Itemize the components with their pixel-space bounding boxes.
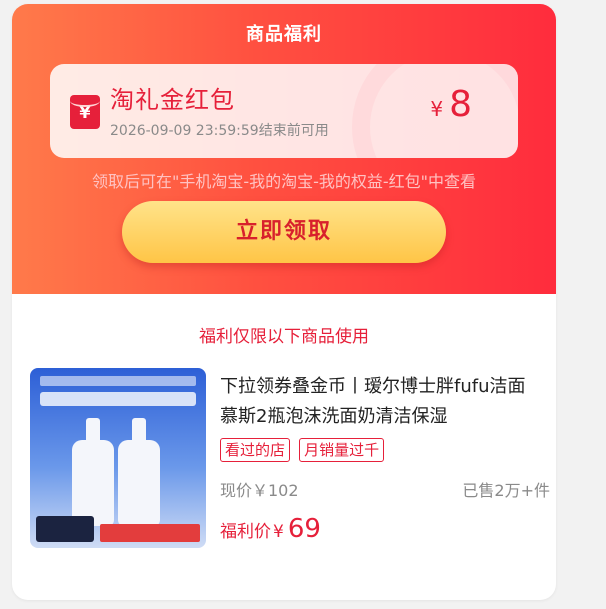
hero-banner: 商品福利 ¥ 淘礼金红包 2026-09-09 23:59:59结束前可用 ¥8… <box>12 4 556 294</box>
page-title: 商品福利 <box>246 24 322 45</box>
sold-count: 已售2万+件 <box>462 481 550 500</box>
coupon-card: ¥ 淘礼金红包 2026-09-09 23:59:59结束前可用 ¥8 <box>50 64 518 158</box>
welfare-price-value: 69 <box>287 514 321 544</box>
product-image[interactable] <box>30 368 206 548</box>
claim-button[interactable]: 立即领取 <box>122 201 446 263</box>
thumb-brand-strip <box>40 376 196 386</box>
claim-hint: 领取后可在"手机淘宝-我的淘宝-我的权益-红包"中查看 <box>91 172 477 191</box>
welfare-card: 商品福利 ¥ 淘礼金红包 2026-09-09 23:59:59结束前可用 ¥8… <box>12 4 556 600</box>
coupon-amount-value: 8 <box>449 84 472 125</box>
product-tags: 看过的店 月销量过千 <box>220 438 388 462</box>
section-title: 福利仅限以下商品使用 <box>199 327 369 347</box>
thumb-price-badge <box>36 516 94 542</box>
tag-monthly-sales: 月销量过千 <box>299 438 385 462</box>
product-title[interactable]: 下拉领券叠金币丨瑷尔博士胖fufu洁面慕斯2瓶泡沫洗面奶清洁保湿 <box>220 372 542 432</box>
coupon-expire-text: 2026-09-09 23:59:59结束前可用 <box>110 123 329 139</box>
welfare-price: 福利价 ¥69 <box>220 514 321 544</box>
tag-viewed-store: 看过的店 <box>220 438 291 462</box>
red-packet-icon: ¥ <box>70 95 100 129</box>
coupon-amount: ¥8 <box>430 84 472 125</box>
welfare-currency: ¥ <box>273 522 284 542</box>
coupon-name: 淘礼金红包 <box>110 86 235 114</box>
thumb-headline-bar <box>40 392 196 406</box>
coupon-currency: ¥ <box>430 97 444 121</box>
welfare-price-label: 福利价 <box>220 522 271 542</box>
bottle-left <box>72 418 114 526</box>
bottle-right <box>118 418 160 526</box>
product-item[interactable]: 下拉领券叠金币丨瑷尔博士胖fufu洁面慕斯2瓶泡沫洗面奶清洁保湿 看过的店 月销… <box>30 368 550 548</box>
current-price: 现价￥102 <box>220 481 299 500</box>
thumb-promo-strip <box>100 524 200 542</box>
